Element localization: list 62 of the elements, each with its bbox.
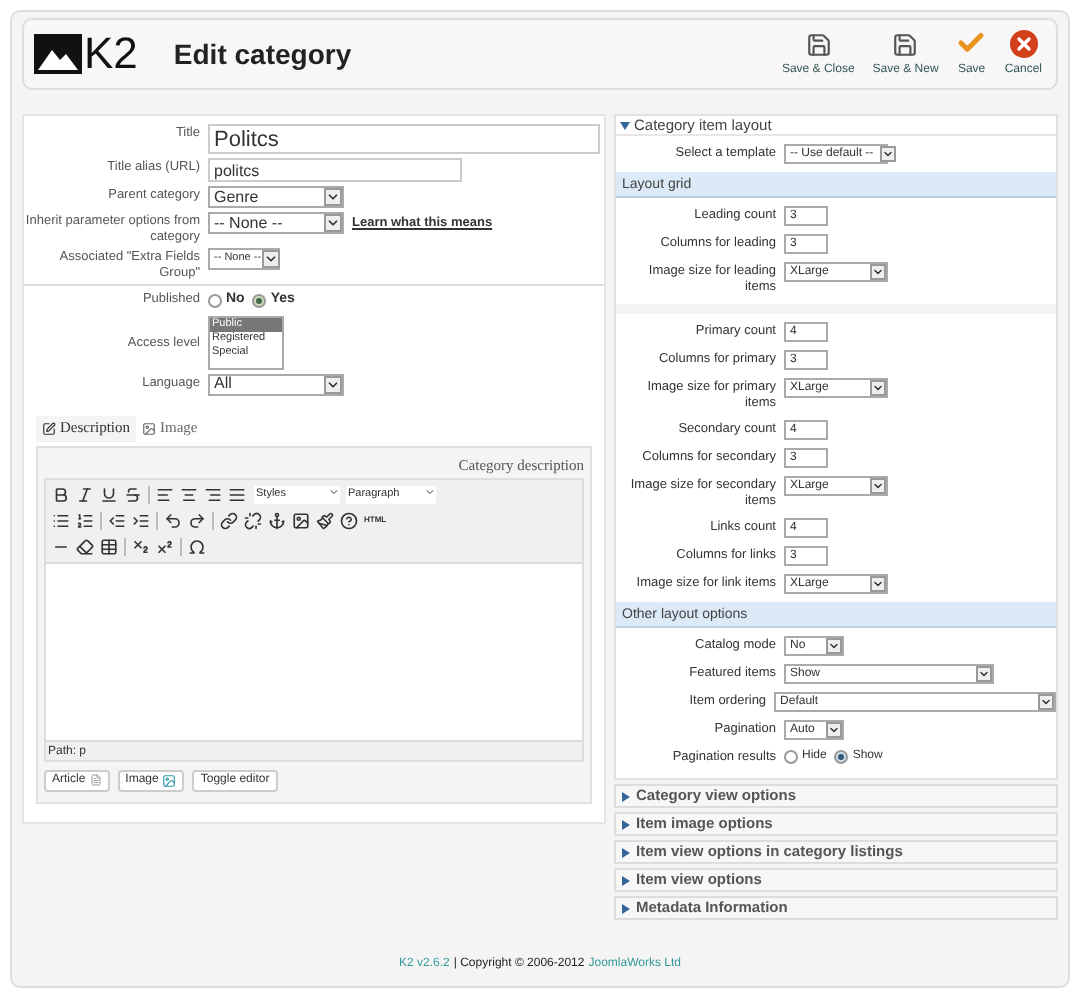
- dropdown[interactable]: All: [208, 373, 344, 395]
- document-icon: [89, 774, 102, 787]
- caret-icon: [828, 640, 840, 652]
- expand-arrow-icon: [622, 847, 630, 857]
- radio-button[interactable]: [834, 750, 849, 764]
- eraser-icon[interactable]: [76, 537, 94, 556]
- page-title: Edit category: [173, 35, 352, 74]
- anchor-icon[interactable]: [268, 511, 286, 530]
- expand-arrow-icon: [622, 791, 630, 801]
- caret-icon: [872, 382, 884, 394]
- dropdown[interactable]: Genre: [208, 186, 344, 208]
- link-icon[interactable]: [220, 511, 238, 530]
- caret-icon: [828, 724, 840, 736]
- align-left-icon[interactable]: [156, 485, 174, 504]
- omega-icon[interactable]: [188, 537, 206, 556]
- redo-icon[interactable]: [188, 511, 206, 530]
- dropdown[interactable]: -- None --: [208, 212, 344, 234]
- caret-icon: [263, 252, 278, 266]
- logo-text: K2: [84, 32, 138, 76]
- brush-icon[interactable]: [316, 511, 334, 530]
- expand-arrow-icon: [622, 875, 630, 885]
- title-input[interactable]: Politcs: [208, 124, 600, 154]
- bullet-list-icon[interactable]: [52, 511, 70, 530]
- caret-icon: [1040, 696, 1052, 708]
- caret-icon: [872, 480, 884, 492]
- expand-arrow-icon[interactable]: [620, 120, 630, 130]
- image-icon[interactable]: [292, 511, 310, 530]
- help-icon[interactable]: [340, 511, 358, 530]
- undo-icon[interactable]: [164, 511, 182, 530]
- radio-button[interactable]: [784, 750, 798, 764]
- radio-button[interactable]: [252, 293, 267, 308]
- align-right-icon[interactable]: [204, 485, 222, 504]
- edit-icon: [42, 421, 56, 435]
- radio-button[interactable]: [208, 293, 222, 308]
- outdent-icon[interactable]: [108, 511, 126, 530]
- image-icon: [162, 773, 177, 788]
- caret-icon: [881, 148, 894, 160]
- caret-icon: [326, 377, 340, 391]
- numbered-list-icon[interactable]: [76, 511, 94, 530]
- caret-icon: [328, 485, 340, 498]
- table-icon[interactable]: [100, 537, 118, 556]
- expand-arrow-icon: [622, 903, 630, 913]
- close-icon: [1009, 30, 1038, 58]
- strikethrough-icon[interactable]: [124, 485, 142, 504]
- italic-icon[interactable]: [76, 485, 94, 504]
- image-icon: [142, 421, 156, 435]
- expand-arrow-icon: [622, 819, 630, 829]
- bold-icon[interactable]: [52, 485, 70, 504]
- caret-icon: [424, 485, 436, 498]
- input-field[interactable]: politcs: [208, 158, 462, 182]
- superscript-icon[interactable]: [156, 537, 174, 556]
- unlink-icon[interactable]: [244, 511, 262, 530]
- subscript-icon[interactable]: [132, 537, 150, 556]
- indent-icon[interactable]: [132, 511, 150, 530]
- caret-icon: [872, 578, 884, 590]
- checkmark-icon: [956, 28, 987, 58]
- logo-icon: [34, 34, 82, 74]
- caret-icon: [978, 668, 990, 680]
- align-center-icon[interactable]: [180, 485, 198, 504]
- caret-icon: [872, 266, 884, 278]
- underline-icon[interactable]: [100, 485, 118, 504]
- align-justify-icon[interactable]: [228, 485, 246, 504]
